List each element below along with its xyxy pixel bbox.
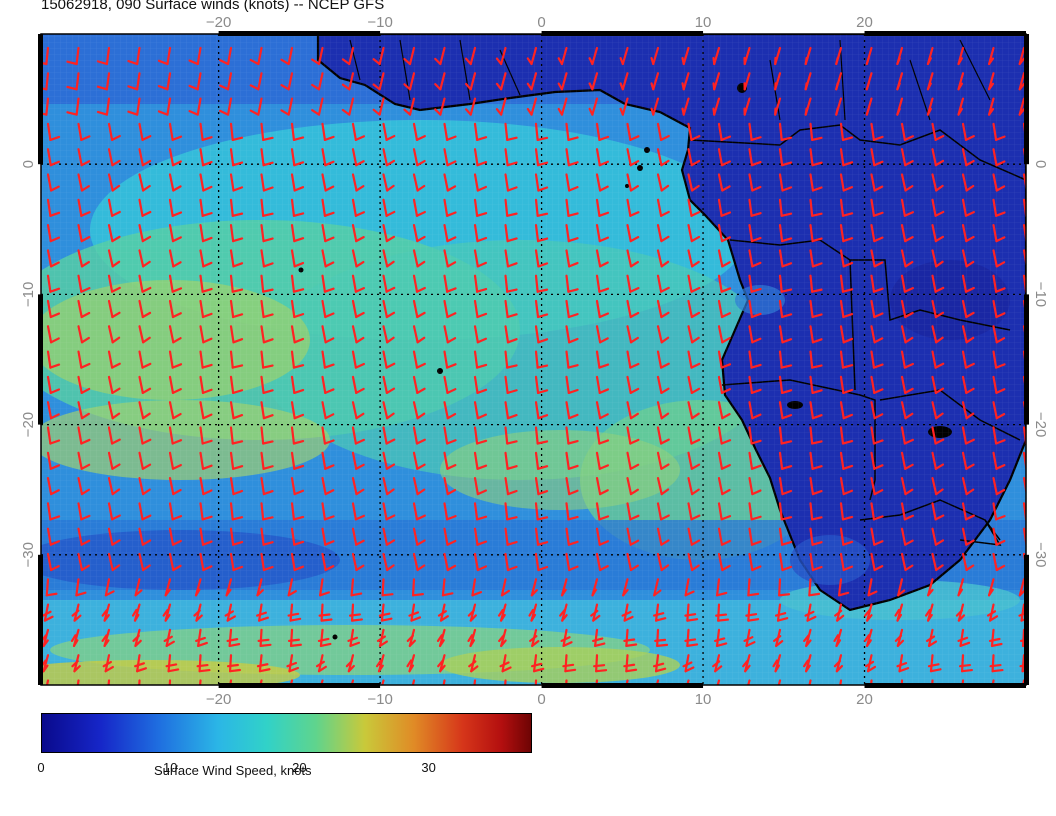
border-bar-right (1024, 554, 1029, 685)
colorbar-tick-label: 0 (37, 760, 45, 775)
lon-tick-label-bottom: −10 (367, 691, 392, 708)
border-bar-left (38, 294, 43, 425)
lon-tick-label-top: −20 (206, 14, 231, 31)
colorbar-tick-label: 30 (421, 760, 436, 775)
lat-tick-label-left: −10 (20, 282, 37, 307)
lat-tick-label-left: −30 (20, 542, 37, 567)
border-bar-bottom (218, 683, 381, 688)
lon-tick-label-top: 0 (537, 14, 545, 31)
lon-tick-label-bottom: 20 (856, 691, 873, 708)
border-bar-top (218, 31, 381, 36)
border-bar-left (38, 34, 43, 165)
lon-tick-label-top: 20 (856, 14, 873, 31)
lat-tick-label-left: −20 (20, 412, 37, 437)
lat-tick-label-right: −20 (1032, 412, 1049, 437)
border-bar-right (1024, 34, 1029, 165)
wind-map: −20 −20 −10 −10 0 0 10 10 20 20 0 0 −10 −10 −20 −20 −30 −… (20, 14, 1049, 708)
lon-tick-label-bottom: 10 (695, 691, 712, 708)
colorbar: 0 10 20 30 (37, 713, 532, 775)
colorbar-label: Surface Wind Speed, knots (154, 763, 312, 778)
border-bar-left (38, 554, 43, 685)
border-bar-top (864, 31, 1026, 36)
lon-tick-label-bottom: −20 (206, 691, 231, 708)
lat-tick-label-left: 0 (20, 160, 37, 168)
lon-tick-label-top: 10 (695, 14, 712, 31)
lat-tick-label-right: −10 (1032, 282, 1049, 307)
colorbar-gradient (41, 713, 532, 753)
border-bar-bottom (864, 683, 1026, 688)
border-bar-right (1024, 294, 1029, 425)
lon-tick-label-bottom: 0 (537, 691, 545, 708)
lon-tick-label-top: −10 (367, 14, 392, 31)
border-bar-top (541, 31, 704, 36)
lat-tick-label-right: −30 (1032, 542, 1049, 567)
border-bar-bottom (541, 683, 704, 688)
lat-tick-label-right: 0 (1032, 160, 1049, 168)
